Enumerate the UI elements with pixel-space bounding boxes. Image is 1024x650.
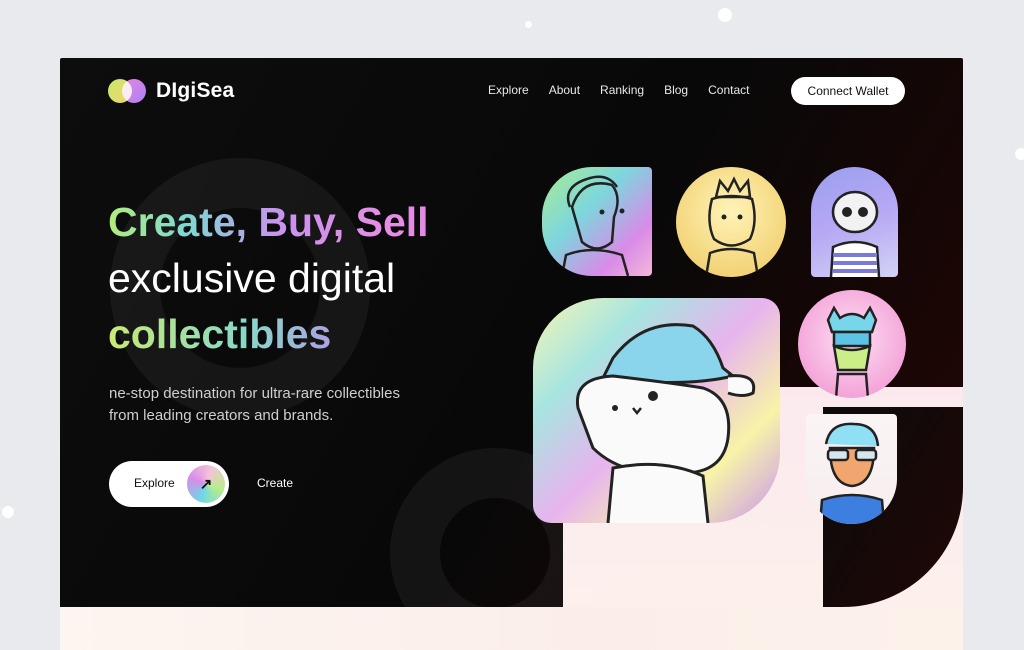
decor-dot — [2, 506, 14, 518]
rainbow-person-icon — [560, 175, 630, 276]
sunglasses-boy-icon — [818, 422, 886, 524]
nft-card-rainbow-person[interactable] — [542, 167, 652, 276]
explore-button-label: Explore — [134, 476, 175, 490]
logo[interactable]: DIgiSea — [108, 79, 234, 103]
nav-item-explore[interactable]: Explore — [488, 83, 529, 97]
navbar: DIgiSea Explore About Ranking Blog Conta… — [60, 58, 963, 128]
nav-item-contact[interactable]: Contact — [708, 83, 749, 97]
headline-line-3: collectibles — [108, 306, 488, 362]
nft-card-bucket-hat-cat[interactable] — [533, 298, 780, 523]
nav-item-ranking[interactable]: Ranking — [600, 83, 644, 97]
bucket-hat-cat-icon — [575, 323, 756, 523]
nav-item-about[interactable]: About — [549, 83, 580, 97]
subtitle-line-2: from leading creators and brands. — [109, 407, 334, 424]
skull-character-icon — [829, 190, 881, 277]
explore-button[interactable]: Explore ↗ — [109, 461, 229, 507]
headline-line-1: Create, Buy, Sell — [108, 194, 488, 250]
nav-item-blog[interactable]: Blog — [664, 83, 688, 97]
king-monkey-icon — [704, 176, 760, 277]
decor-dot — [1015, 148, 1024, 160]
logo-icon — [108, 79, 146, 103]
viking-character-icon — [826, 305, 878, 398]
hero-subtitle: ne-stop destination for ultra-rare colle… — [109, 383, 469, 427]
hero-card: DIgiSea Explore About Ranking Blog Conta… — [60, 58, 963, 607]
headline-line-2: exclusive digital — [108, 255, 396, 301]
nft-card-skull[interactable] — [811, 167, 898, 277]
nft-card-sunglasses-boy[interactable] — [806, 414, 897, 524]
connect-wallet-button[interactable]: Connect Wallet — [791, 77, 905, 105]
arrow-up-right-icon: ↗ — [187, 465, 225, 503]
decor-dot — [525, 21, 532, 28]
nft-card-viking[interactable] — [798, 290, 906, 398]
bottom-strip — [60, 607, 963, 650]
create-link[interactable]: Create — [257, 476, 293, 490]
nft-card-king-monkey[interactable] — [676, 167, 786, 277]
decor-dot — [718, 8, 732, 22]
nav-menu: Explore About Ranking Blog Contact — [488, 83, 749, 97]
subtitle-line-1: ne-stop destination for ultra-rare colle… — [109, 385, 400, 402]
hero-headline: Create, Buy, Sell exclusive digital coll… — [108, 194, 488, 362]
brand-name: DIgiSea — [156, 79, 235, 102]
